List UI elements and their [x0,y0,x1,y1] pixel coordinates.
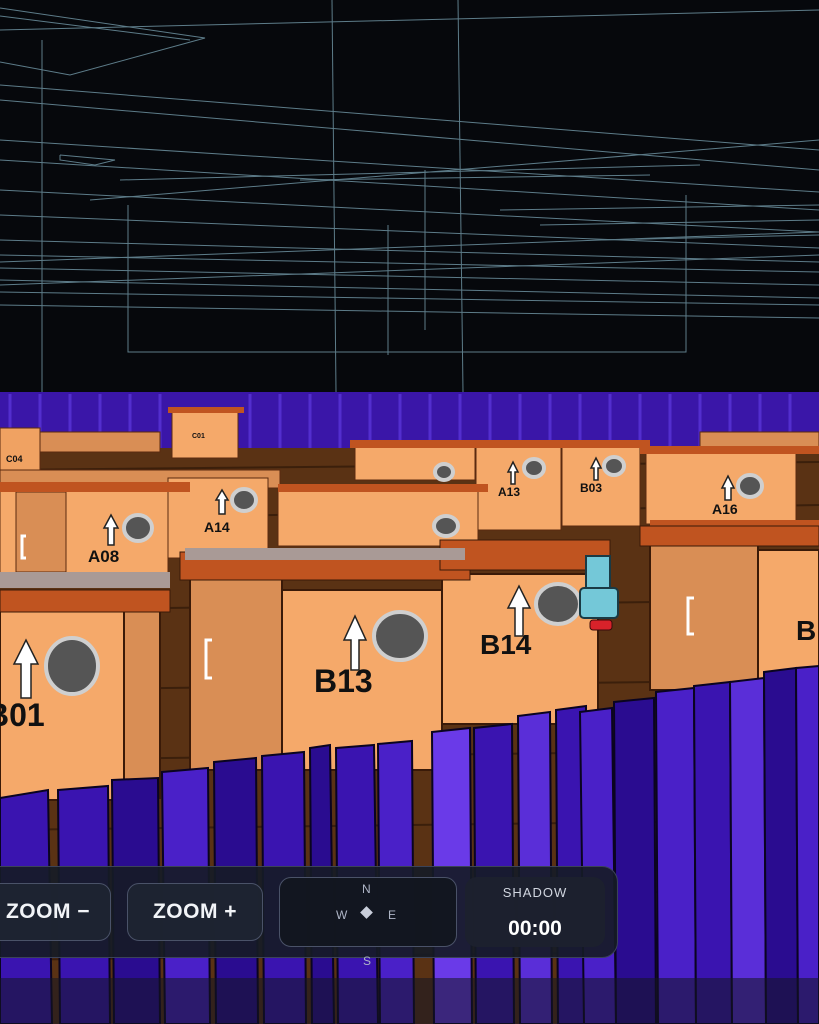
crate-label-a14: A14 [204,519,230,535]
crate-label-b13: B13 [314,663,373,699]
compass-west-label: W [336,908,348,922]
bottom-shade [0,978,819,1024]
crate-label-b01: B01 [0,697,45,733]
crate-label-c04: C04 [6,454,23,464]
zoom-out-button[interactable]: ZOOM − [0,883,111,941]
crate-label-c01: C01 [192,433,205,440]
shadow-label: SHADOW [502,885,568,900]
crate-label-b14: B14 [480,629,532,660]
crate-label-a08: A08 [88,547,119,566]
zoom-in-button[interactable]: ZOOM + [127,883,263,941]
compass-diamond-icon [360,906,373,919]
compass-widget[interactable]: N W E S [279,877,457,968]
compass-south-label: S [363,954,372,968]
crate-label-a13: A13 [498,485,520,499]
shadow-time-value: 00:00 [508,917,562,940]
compass-north-label: N [362,882,371,896]
compass-east-label: E [388,908,397,922]
hud-toolbar: ZOOM − ZOOM + N W E S SHADOW 00:00 [0,866,618,968]
crate-label-a16: A16 [712,501,738,517]
crate-label-b-partial: B [796,615,816,646]
shadow-time-display[interactable]: SHADOW 00:00 [465,877,605,947]
crate-label-b03: B03 [580,481,602,495]
